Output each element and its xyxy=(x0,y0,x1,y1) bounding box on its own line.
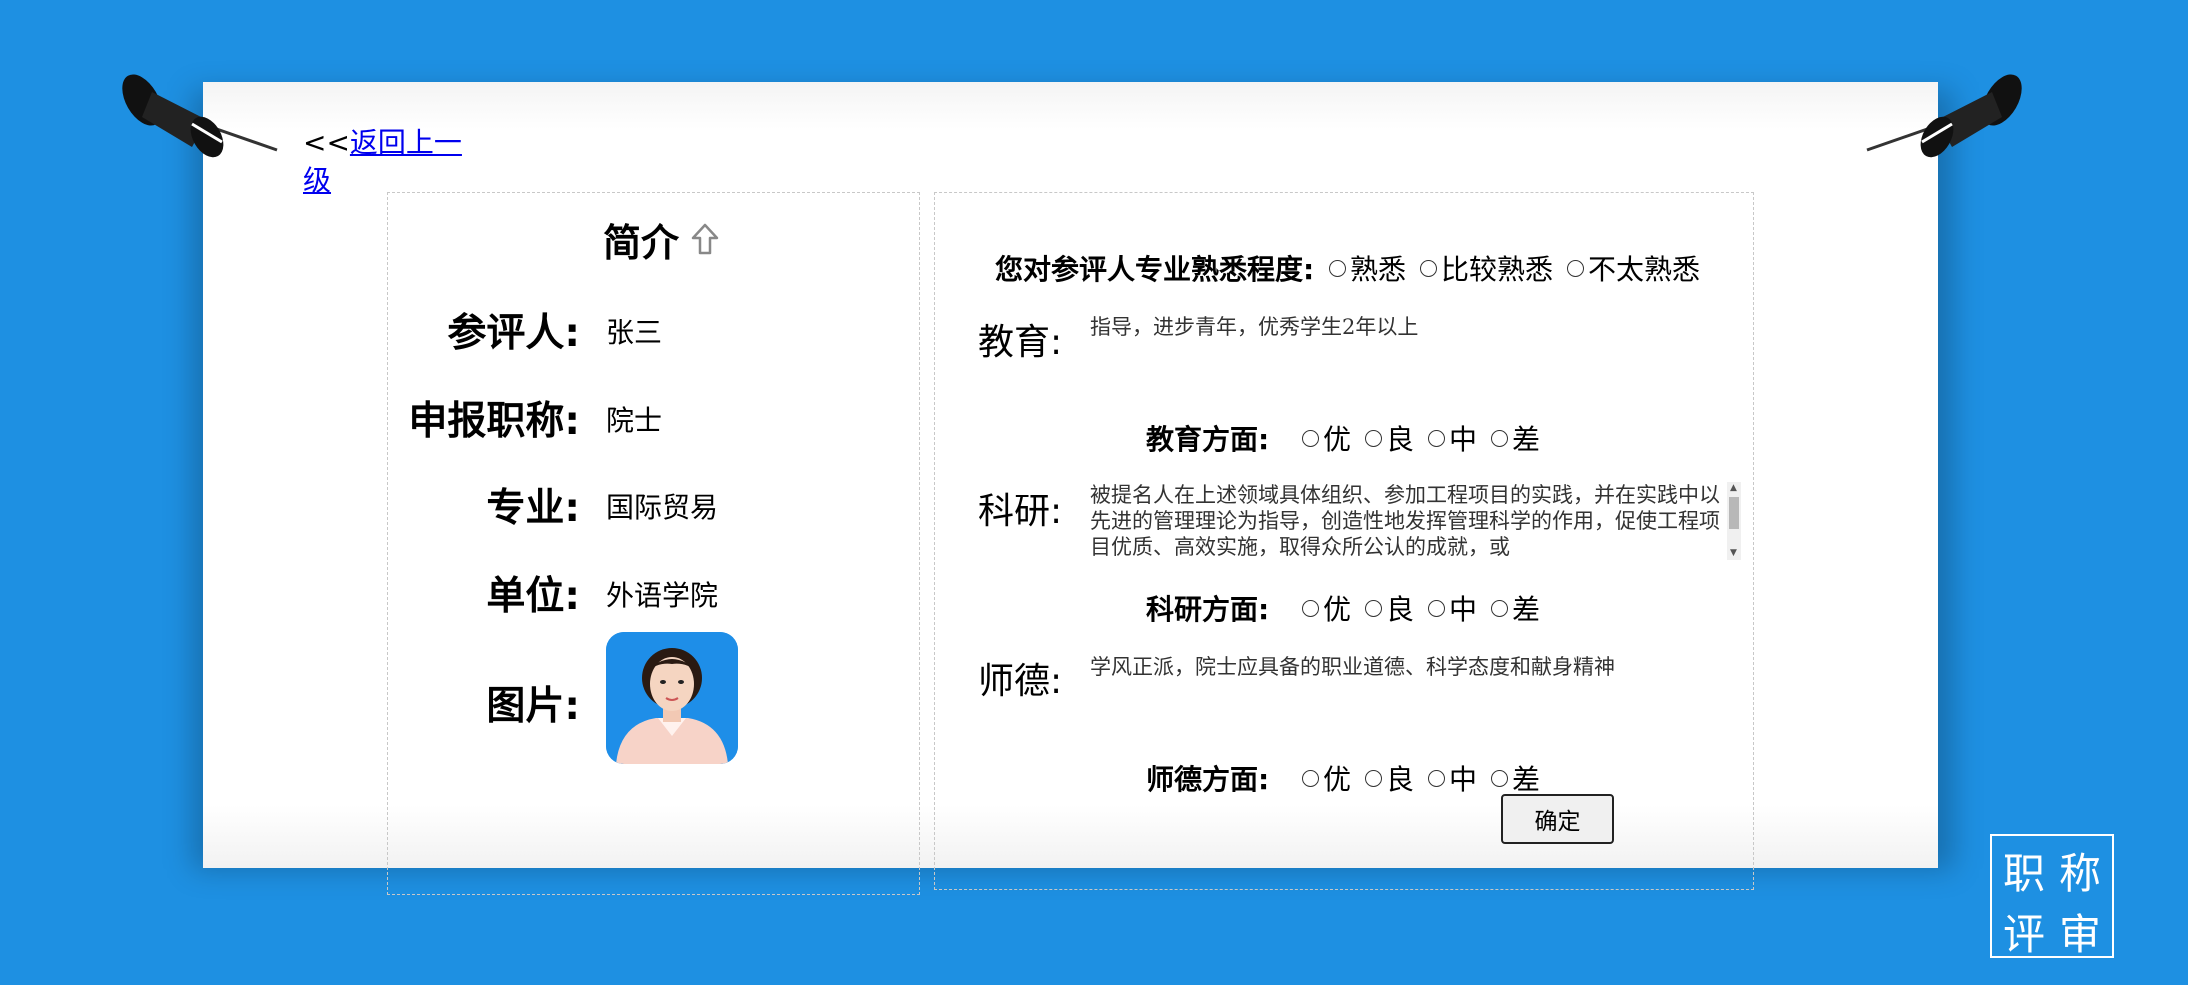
back-nav: <<返回上一级 xyxy=(303,124,463,200)
familiarity-options: 熟悉 比较熟悉 不太熟悉 xyxy=(1329,248,1714,288)
ethics-aspect-label: 师德方面: xyxy=(1146,763,1270,796)
logo-char: 职 xyxy=(2002,849,2045,898)
radio-icon[interactable] xyxy=(1365,769,1383,787)
radio-icon[interactable] xyxy=(1302,429,1319,447)
back-prefix: << xyxy=(303,126,350,159)
radio-icon[interactable] xyxy=(1365,429,1383,447)
ethics-rating-excellent[interactable]: 优 xyxy=(1302,758,1351,798)
radio-icon[interactable] xyxy=(1302,769,1319,787)
radio-icon[interactable] xyxy=(1567,259,1585,277)
familiarity-label: 您对参评人专业熟悉程度: xyxy=(995,253,1315,286)
intro-panel xyxy=(387,192,920,895)
unit-label: 单位: xyxy=(486,574,580,619)
research-aspect-label: 科研方面: xyxy=(1146,593,1270,626)
familiarity-option-not-very[interactable]: 不太熟悉 xyxy=(1567,248,1700,288)
ethics-rating-medium[interactable]: 中 xyxy=(1428,758,1477,798)
arrow-up-icon[interactable] xyxy=(690,222,720,256)
familiarity-option-familiar[interactable]: 熟悉 xyxy=(1329,248,1406,288)
brand-logo: 职 称 评 审 xyxy=(1990,834,2114,959)
radio-icon[interactable] xyxy=(1329,259,1346,277)
ethics-rating: 优 良 中 差 xyxy=(1302,758,1554,798)
confirm-button[interactable]: 确定 xyxy=(1501,794,1614,844)
education-rating-excellent[interactable]: 优 xyxy=(1302,418,1351,458)
education-aspect-label: 教育方面: xyxy=(1146,423,1270,456)
scroll-down-icon[interactable]: ▼ xyxy=(1730,549,1737,558)
scroll-up-icon[interactable]: ▲ xyxy=(1730,484,1737,493)
avatar xyxy=(606,632,738,764)
education-rating-poor[interactable]: 差 xyxy=(1491,418,1540,458)
research-rating: 优 良 中 差 xyxy=(1302,588,1554,628)
unit-value: 外语学院 xyxy=(606,579,719,612)
research-rating-excellent[interactable]: 优 xyxy=(1302,588,1351,628)
radio-icon[interactable] xyxy=(1365,599,1383,617)
ethics-text: 学风正派，院士应具备的职业道德、科学态度和献身精神 xyxy=(1090,655,1615,679)
research-label: 科研: xyxy=(978,491,1063,532)
intro-title: 简介 xyxy=(603,221,680,265)
scrollbar-thumb[interactable] xyxy=(1729,497,1739,529)
radio-icon[interactable] xyxy=(1428,769,1446,787)
ethics-rating-good[interactable]: 良 xyxy=(1365,758,1414,798)
radio-icon[interactable] xyxy=(1491,769,1509,787)
logo-char: 审 xyxy=(2058,910,2101,959)
research-scrollbar[interactable]: ▲ ▼ xyxy=(1727,482,1741,560)
education-text: 指导，进步青年，优秀学生2年以上 xyxy=(1090,315,1419,339)
photo-label: 图片: xyxy=(486,684,580,729)
radio-icon[interactable] xyxy=(1428,429,1446,447)
ethics-label: 师德: xyxy=(978,661,1063,702)
education-rating: 优 良 中 差 xyxy=(1302,418,1554,458)
title-value: 院士 xyxy=(606,404,663,437)
ethics-rating-poor[interactable]: 差 xyxy=(1491,758,1540,798)
major-value: 国际贸易 xyxy=(606,491,719,524)
radio-icon[interactable] xyxy=(1491,429,1509,447)
radio-icon[interactable] xyxy=(1302,599,1319,617)
logo-char: 称 xyxy=(2058,849,2101,898)
research-textbox[interactable]: 被提名人在上述领域具体组织、参加工程项目的实践，并在实践中以先进的管理理论为指导… xyxy=(1090,482,1742,560)
reviewee-value: 张三 xyxy=(606,316,663,349)
research-rating-good[interactable]: 良 xyxy=(1365,588,1414,628)
radio-icon[interactable] xyxy=(1491,599,1509,617)
education-rating-good[interactable]: 良 xyxy=(1365,418,1414,458)
title-label: 申报职称: xyxy=(408,399,580,444)
major-label: 专业: xyxy=(486,486,580,531)
pushpin-left-icon xyxy=(122,74,278,158)
logo-char: 评 xyxy=(2002,910,2045,959)
reviewee-label: 参评人: xyxy=(447,311,580,356)
pushpin-right-icon xyxy=(1866,74,2022,158)
research-text: 被提名人在上述领域具体组织、参加工程项目的实践，并在实践中以先进的管理理论为指导… xyxy=(1090,483,1720,559)
radio-icon[interactable] xyxy=(1428,599,1446,617)
familiarity-option-fairly[interactable]: 比较熟悉 xyxy=(1420,248,1553,288)
education-label: 教育: xyxy=(978,322,1063,363)
radio-icon[interactable] xyxy=(1420,259,1438,277)
research-rating-poor[interactable]: 差 xyxy=(1491,588,1540,628)
education-rating-medium[interactable]: 中 xyxy=(1428,418,1477,458)
research-rating-medium[interactable]: 中 xyxy=(1428,588,1477,628)
